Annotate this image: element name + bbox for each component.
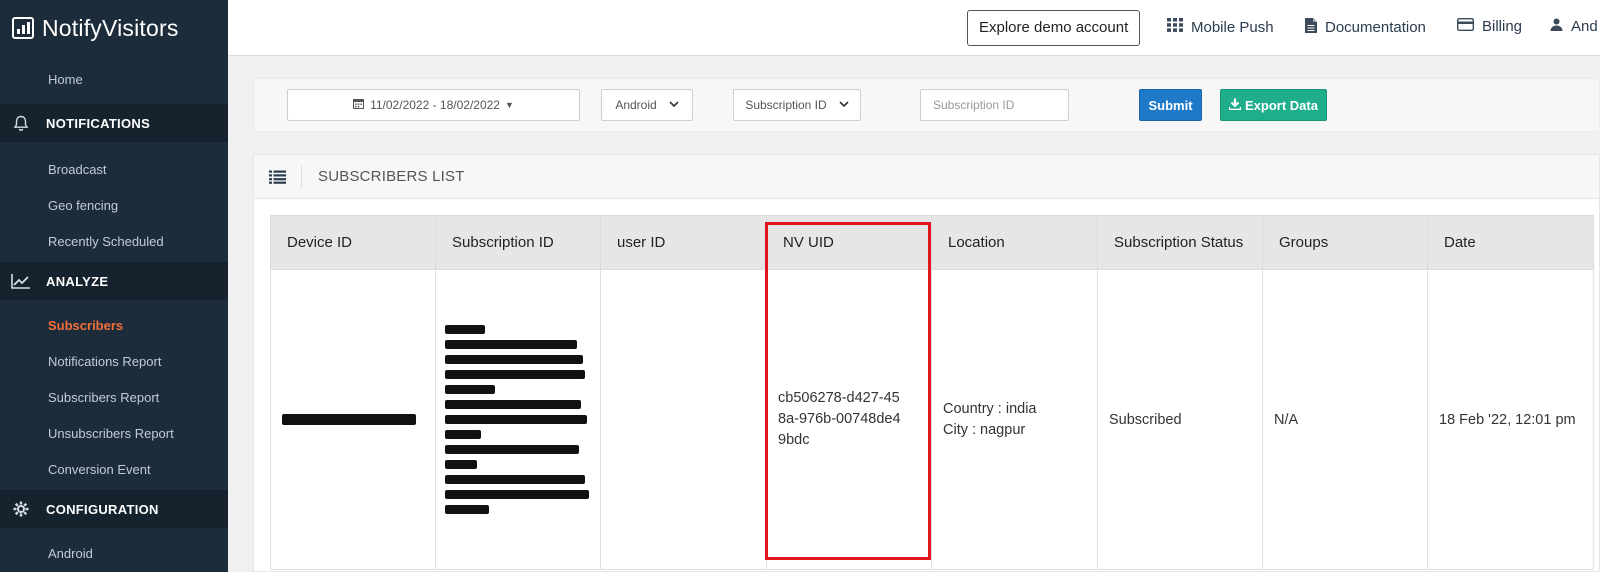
sidebar: NotifyVisitors Home NOTIFICATIONS Broadc…: [0, 0, 228, 572]
column-header-nv-uid[interactable]: NV UID: [766, 215, 932, 270]
explore-demo-button[interactable]: Explore demo account: [967, 10, 1141, 46]
grid-icon: [1167, 18, 1183, 36]
cell-nv-uid: cb506278-d427-458a-976b-00748de49bdc: [766, 269, 932, 570]
panel-title: SUBSCRIBERS LIST: [318, 168, 465, 185]
sidebar-item-home[interactable]: Home: [0, 62, 83, 98]
subscription-id-field[interactable]: [920, 89, 1069, 121]
user-name-label: And: [1571, 18, 1598, 35]
search-field-select[interactable]: Subscription ID: [733, 89, 861, 121]
search-field-value: Subscription ID: [745, 98, 827, 112]
credit-card-icon: [1456, 17, 1475, 35]
location-city: City : nagpur: [943, 421, 1026, 438]
column-header-user-id[interactable]: user ID: [600, 215, 767, 270]
redacted-bar: [445, 415, 587, 424]
redacted-bar: [445, 370, 585, 379]
analytics-logo-icon: [12, 17, 34, 39]
panel-header: SUBSCRIBERS LIST: [254, 155, 1599, 199]
sidebar-item-conversion-event[interactable]: Conversion Event: [0, 452, 228, 488]
cell-subscription-id-redacted: [435, 269, 601, 570]
table-header-row: Device ID Subscription ID user ID NV UID…: [270, 215, 1594, 270]
documentation-link[interactable]: Documentation: [1305, 18, 1426, 37]
redacted-bar: [445, 325, 485, 334]
column-header-location[interactable]: Location: [931, 215, 1098, 270]
brand[interactable]: NotifyVisitors: [0, 0, 228, 56]
column-header-device-id[interactable]: Device ID: [270, 215, 436, 270]
brand-name: NotifyVisitors: [42, 14, 179, 41]
sidebar-section-analyze[interactable]: ANALYZE: [0, 262, 228, 300]
export-data-button[interactable]: Export Data: [1220, 89, 1327, 121]
sidebar-item-unsubscribers-report[interactable]: Unsubscribers Report: [0, 416, 228, 452]
chevron-down-icon: [669, 100, 679, 111]
documentation-label: Documentation: [1325, 19, 1426, 36]
caret-down-icon: ▼: [504, 100, 514, 110]
column-header-groups[interactable]: Groups: [1262, 215, 1428, 270]
cell-subscription-status: Subscribed: [1097, 269, 1263, 570]
nv-uid-value: cb506278-d427-458a-976b-00748de49bdc: [778, 390, 901, 448]
redacted-bar: [445, 445, 579, 454]
column-header-date[interactable]: Date: [1427, 215, 1594, 270]
sidebar-section-notifications[interactable]: NOTIFICATIONS: [0, 104, 228, 142]
calendar-icon: [353, 98, 365, 112]
billing-link[interactable]: Billing: [1456, 17, 1523, 35]
cell-user-id: [600, 269, 767, 570]
sidebar-item-subscribers-report[interactable]: Subscribers Report: [0, 380, 228, 416]
sidebar-section-configuration[interactable]: CONFIGURATION: [0, 490, 228, 528]
billing-label: Billing: [1482, 18, 1523, 35]
user-icon: [1550, 18, 1563, 35]
cell-date: 18 Feb '22, 12:01 pm: [1427, 269, 1594, 570]
sidebar-section-title: CONFIGURATION: [46, 501, 159, 517]
bell-icon: [10, 115, 32, 132]
date-range-value: 11/02/2022 - 18/02/2022: [370, 98, 500, 112]
sidebar-item-notifications-report[interactable]: Notifications Report: [0, 344, 228, 380]
column-header-subscription-id[interactable]: Subscription ID: [435, 215, 601, 270]
platform-value: Android: [615, 98, 657, 112]
redacted-bar: [445, 385, 495, 394]
sidebar-item-broadcast[interactable]: Broadcast: [0, 152, 228, 188]
subscription-id-input[interactable]: [921, 90, 1068, 120]
cell-device-id-redacted: [270, 269, 436, 570]
cell-groups: N/A: [1262, 269, 1428, 570]
sidebar-item-subscribers[interactable]: Subscribers: [0, 308, 228, 344]
redacted-bar: [445, 475, 585, 484]
sidebar-item-geo-fencing[interactable]: Geo fencing: [0, 188, 228, 224]
redacted-bar: [445, 460, 477, 469]
date-range-picker[interactable]: 11/02/2022 - 18/02/2022 ▼: [287, 89, 580, 121]
subscribers-table: Device ID Subscription ID user ID NV UID…: [270, 215, 1594, 570]
redacted-bar: [445, 340, 577, 349]
table-row[interactable]: cb506278-d427-458a-976b-00748de49bdc Cou…: [270, 269, 1594, 570]
mobile-push-link[interactable]: Mobile Push: [1167, 18, 1274, 36]
column-header-subscription-status[interactable]: Subscription Status: [1097, 215, 1263, 270]
filter-bar: 11/02/2022 - 18/02/2022 ▼ Android Subscr…: [253, 78, 1600, 132]
download-icon: [1228, 98, 1242, 113]
mobile-push-label: Mobile Push: [1191, 18, 1274, 36]
submit-button[interactable]: Submit: [1139, 89, 1202, 121]
sidebar-item-recently-scheduled[interactable]: Recently Scheduled: [0, 224, 228, 260]
line-chart-icon: [10, 273, 32, 289]
redacted-bar: [445, 490, 589, 499]
export-data-label: Export Data: [1245, 97, 1318, 113]
sidebar-section-title: ANALYZE: [46, 273, 109, 289]
top-header: Explore demo account Mobile Push Documen…: [228, 0, 1600, 56]
redacted-bar: [445, 355, 583, 364]
redacted-bar: [445, 430, 481, 439]
redacted-bar: [282, 414, 416, 425]
cell-location: Country : india City : nagpur: [931, 269, 1098, 570]
chevron-down-icon: [839, 100, 849, 111]
sidebar-item-android[interactable]: Android: [0, 536, 228, 572]
redacted-bar: [445, 505, 489, 514]
location-country: Country : india: [943, 400, 1037, 417]
user-menu-link[interactable]: And: [1550, 18, 1598, 35]
list-icon: [254, 165, 302, 188]
subscribers-panel: SUBSCRIBERS LIST Device ID Subscription …: [253, 154, 1600, 572]
sidebar-section-title: NOTIFICATIONS: [46, 115, 151, 131]
gear-icon: [10, 501, 32, 517]
document-icon: [1305, 18, 1317, 37]
redacted-bar: [445, 400, 581, 409]
platform-select[interactable]: Android: [601, 89, 693, 121]
